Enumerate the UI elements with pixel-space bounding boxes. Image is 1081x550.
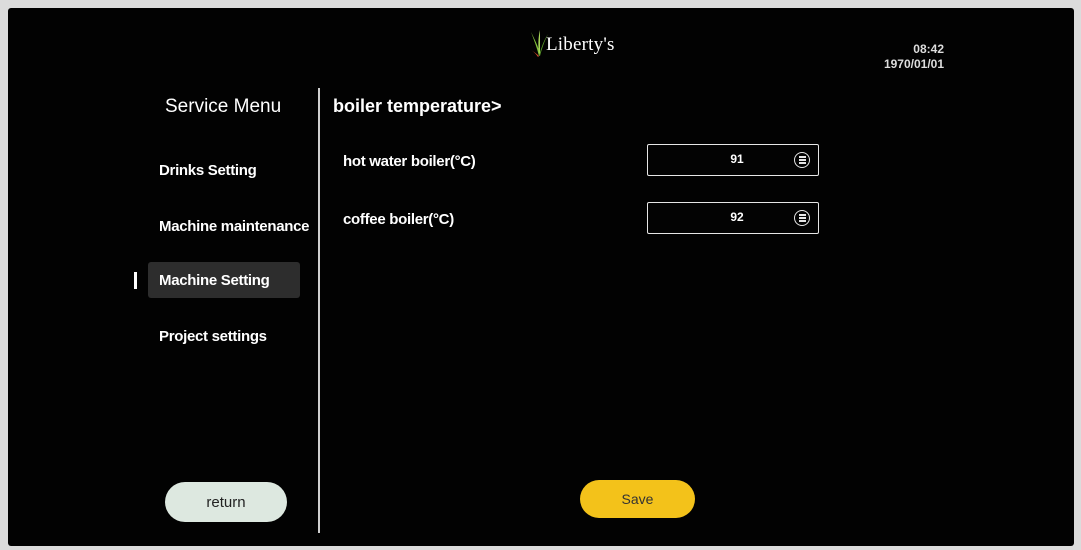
sidebar-item-label: Machine Setting [159, 271, 270, 289]
sidebar-item-project-settings[interactable]: Project settings [148, 318, 300, 354]
sidebar-item-label: Project settings [159, 327, 267, 345]
logo-text: Liberty's [546, 34, 615, 55]
active-indicator [134, 272, 137, 289]
device-screen: Liberty's 08:42 1970/01/01 Service Menu … [8, 8, 1074, 546]
brand-logo: Liberty's [528, 28, 615, 58]
section-title: boiler temperature> [333, 96, 502, 116]
clock-date: 1970/01/01 [883, 57, 944, 71]
sidebar-title: Service Menu [165, 96, 282, 117]
keypad-icon[interactable] [794, 152, 810, 168]
hot-water-boiler-input[interactable]: 91 [647, 144, 819, 176]
coffee-boiler-label: coffee boiler(°C) [343, 211, 454, 228]
sidebar-item-machine-setting[interactable]: Machine Setting [148, 262, 300, 298]
sidebar-divider [318, 88, 320, 533]
clock: 08:42 1970/01/01 [884, 42, 944, 72]
sidebar-item-drinks-setting[interactable]: Drinks Setting [148, 152, 300, 188]
save-button[interactable]: Save [580, 480, 695, 518]
coffee-boiler-input[interactable]: 92 [647, 202, 819, 234]
sidebar-item-label: Machine maintenance [159, 217, 310, 235]
sidebar-item-label: Drinks Setting [159, 161, 257, 179]
sidebar-item-machine-maintenance[interactable]: Machine maintenance [148, 208, 309, 244]
keypad-icon[interactable] [794, 210, 810, 226]
return-button[interactable]: return [165, 482, 287, 522]
hot-water-boiler-label: hot water boiler(°C) [343, 153, 476, 170]
clock-time: 08:42 [913, 42, 944, 56]
